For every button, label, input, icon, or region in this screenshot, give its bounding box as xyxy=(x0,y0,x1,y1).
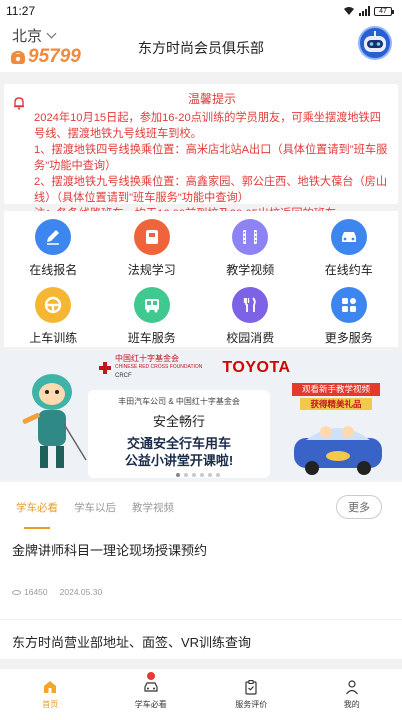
redcross-name-en: CHINESE RED CROSS FOUNDATION xyxy=(115,364,203,370)
steering-wheel-icon xyxy=(35,287,72,323)
tabbar-label: 我的 xyxy=(343,700,360,709)
bus-icon xyxy=(133,287,170,323)
red-cross-icon xyxy=(99,361,111,374)
service-label: 上车训练 xyxy=(29,331,78,345)
tabbar-label: 首页 xyxy=(42,700,59,709)
article-title: 金牌讲师科目一理论现场授课预约 xyxy=(12,543,208,558)
service-book-car[interactable]: 在线约车 xyxy=(300,211,399,279)
bell-icon xyxy=(14,97,24,110)
redcross-name-cn: 中国红十字基金会 xyxy=(115,354,179,363)
service-more[interactable]: 更多服务 xyxy=(300,279,399,347)
banner-card-sub: 丰田汽车公司 & 中国红十字基金会 xyxy=(118,397,240,406)
car-illustration xyxy=(294,426,382,475)
service-shuttle[interactable]: 班车服务 xyxy=(103,279,202,347)
mascot-illustration xyxy=(22,374,87,468)
pager-dot[interactable] xyxy=(216,473,220,477)
toyota-logo: TOYOTA xyxy=(222,358,291,376)
book-icon xyxy=(133,219,170,255)
view-count: 16450 xyxy=(12,587,48,597)
pager-dot[interactable] xyxy=(208,473,212,477)
tabbar-label: 服务评价 xyxy=(235,700,268,709)
notice-line: 2、摆渡地铁九号线换乘位置：高鑫家园、郭公庄西、地铁大葆台（房山线）（具体位置请… xyxy=(34,176,388,204)
promo-gift: 获得精美礼品 xyxy=(300,398,372,410)
home-icon xyxy=(44,681,57,693)
tabbar-item-review[interactable]: 服务评价 xyxy=(201,669,302,720)
clipboard-icon xyxy=(245,680,257,695)
battery-level: 47 xyxy=(379,7,387,15)
article-meta: 16450 2024.05.30 xyxy=(12,587,390,597)
person-icon xyxy=(345,680,358,695)
notice-line: 2024年10月15日起，参加16-20点训练的学员朋友，可乘坐摆渡地铁四号线、… xyxy=(34,112,381,140)
service-label: 在线约车 xyxy=(324,263,373,277)
service-label: 校园消费 xyxy=(226,331,275,345)
service-label: 更多服务 xyxy=(324,331,373,345)
app-header: 北京 95799 东方时尚会员俱乐部 xyxy=(0,22,402,72)
service-label: 在线报名 xyxy=(29,263,78,277)
more-button[interactable]: 更多 xyxy=(336,495,382,519)
tabbar-item-profile[interactable]: 我的 xyxy=(302,669,402,720)
service-label: 教学视频 xyxy=(226,263,275,277)
wifi-icon xyxy=(344,7,354,15)
tab-teaching-videos[interactable]: 教学视频 xyxy=(132,500,174,515)
service-online-signup[interactable]: 在线报名 xyxy=(4,211,103,279)
banner-card: 丰田汽车公司 & 中国红十字基金会 安全畅行 交通安全行车用车 公益小讲堂开课啦… xyxy=(88,390,270,478)
content-tabs: 学车必看 学车以后 教学视频 更多 xyxy=(0,482,402,532)
tab-must-see[interactable]: 学车必看 xyxy=(16,500,58,529)
list-item[interactable]: 东方时尚营业部地址、面签、VR训练查询 xyxy=(0,620,402,660)
eye-icon xyxy=(12,589,21,595)
fork-knife-icon xyxy=(232,287,269,323)
service-label: 法规学习 xyxy=(127,263,176,277)
tabbar-item-must-see[interactable]: 学车必看 xyxy=(101,669,202,720)
promo-banner[interactable]: 中国红十字基金会 CHINESE RED CROSS FOUNDATION CR… xyxy=(0,350,402,480)
bottom-tab-bar: 首页 学车必看 服务评价 我的 xyxy=(0,668,402,720)
service-videos[interactable]: 教学视频 xyxy=(201,211,300,279)
banner-pager xyxy=(176,473,220,477)
status-time: 11:27 xyxy=(6,4,36,18)
redcross-logo: 中国红十字基金会 CHINESE RED CROSS FOUNDATION CR… xyxy=(98,354,202,381)
banner-card-main: 公益小讲堂开课啦! xyxy=(124,453,234,468)
banner-card-title: 安全畅行 xyxy=(152,414,205,429)
list-item[interactable]: 金牌讲师科目一理论现场授课预约 16450 2024.05.30 xyxy=(0,532,402,620)
view-count-value: 16450 xyxy=(24,587,48,597)
film-icon xyxy=(232,219,269,255)
battery-icon: 47 xyxy=(374,6,394,16)
pager-dot[interactable] xyxy=(184,473,188,477)
pager-dot[interactable] xyxy=(192,473,196,477)
tabbar-item-home[interactable]: 首页 xyxy=(0,669,101,720)
apps-grid-icon xyxy=(330,287,367,323)
redcross-abbr: CRCF xyxy=(115,373,132,379)
status-indicators: 47 xyxy=(343,6,394,16)
article-date: 2024.05.30 xyxy=(59,587,103,597)
notice-line: 1、摆渡地铁四号线换乘位置：高米店北站A出口（具体位置请到"班车服务"功能中查询… xyxy=(34,144,388,172)
tabbar-label: 学车必看 xyxy=(134,700,167,709)
promo-tag: 观看新手教学视频 xyxy=(292,383,380,396)
article-list: 金牌讲师科目一理论现场授课预约 16450 2024.05.30 东方时尚营业部… xyxy=(0,532,402,660)
car-icon xyxy=(330,219,367,255)
chevron-down-icon xyxy=(46,28,57,39)
article-title: 东方时尚营业部地址、面签、VR训练查询 xyxy=(12,635,252,650)
avatar[interactable] xyxy=(358,26,392,60)
pager-dot[interactable] xyxy=(200,473,204,477)
banner-card-main: 交通安全行车用车 xyxy=(126,436,231,451)
service-training[interactable]: 上车训练 xyxy=(4,279,103,347)
robot-avatar-icon xyxy=(364,31,386,52)
pager-dot[interactable] xyxy=(176,473,180,477)
signal-icon xyxy=(359,6,370,16)
tab-after-learning[interactable]: 学车以后 xyxy=(74,500,116,515)
banner-logos: 中国红十字基金会 CHINESE RED CROSS FOUNDATION CR… xyxy=(98,354,291,381)
car-icon xyxy=(144,682,158,692)
service-label: 班车服务 xyxy=(127,331,176,345)
service-campus-spending[interactable]: 校园消费 xyxy=(201,279,300,347)
service-regulations[interactable]: 法规学习 xyxy=(103,211,202,279)
service-grid: 在线报名 法规学习 教学视频 在线约车 上车训练 班车服务 校园消费 更多服务 xyxy=(4,211,398,347)
notification-dot xyxy=(146,672,155,680)
pencil-icon xyxy=(35,219,72,255)
notice-title: 温馨提示 xyxy=(187,92,236,106)
page-title: 东方时尚会员俱乐部 xyxy=(138,40,264,56)
status-bar: 11:27 47 xyxy=(0,0,402,22)
notice-card[interactable]: 温馨提示 2024年10月15日起，参加16-20点训练的学员朋友，可乘坐摆渡地… xyxy=(4,84,398,220)
